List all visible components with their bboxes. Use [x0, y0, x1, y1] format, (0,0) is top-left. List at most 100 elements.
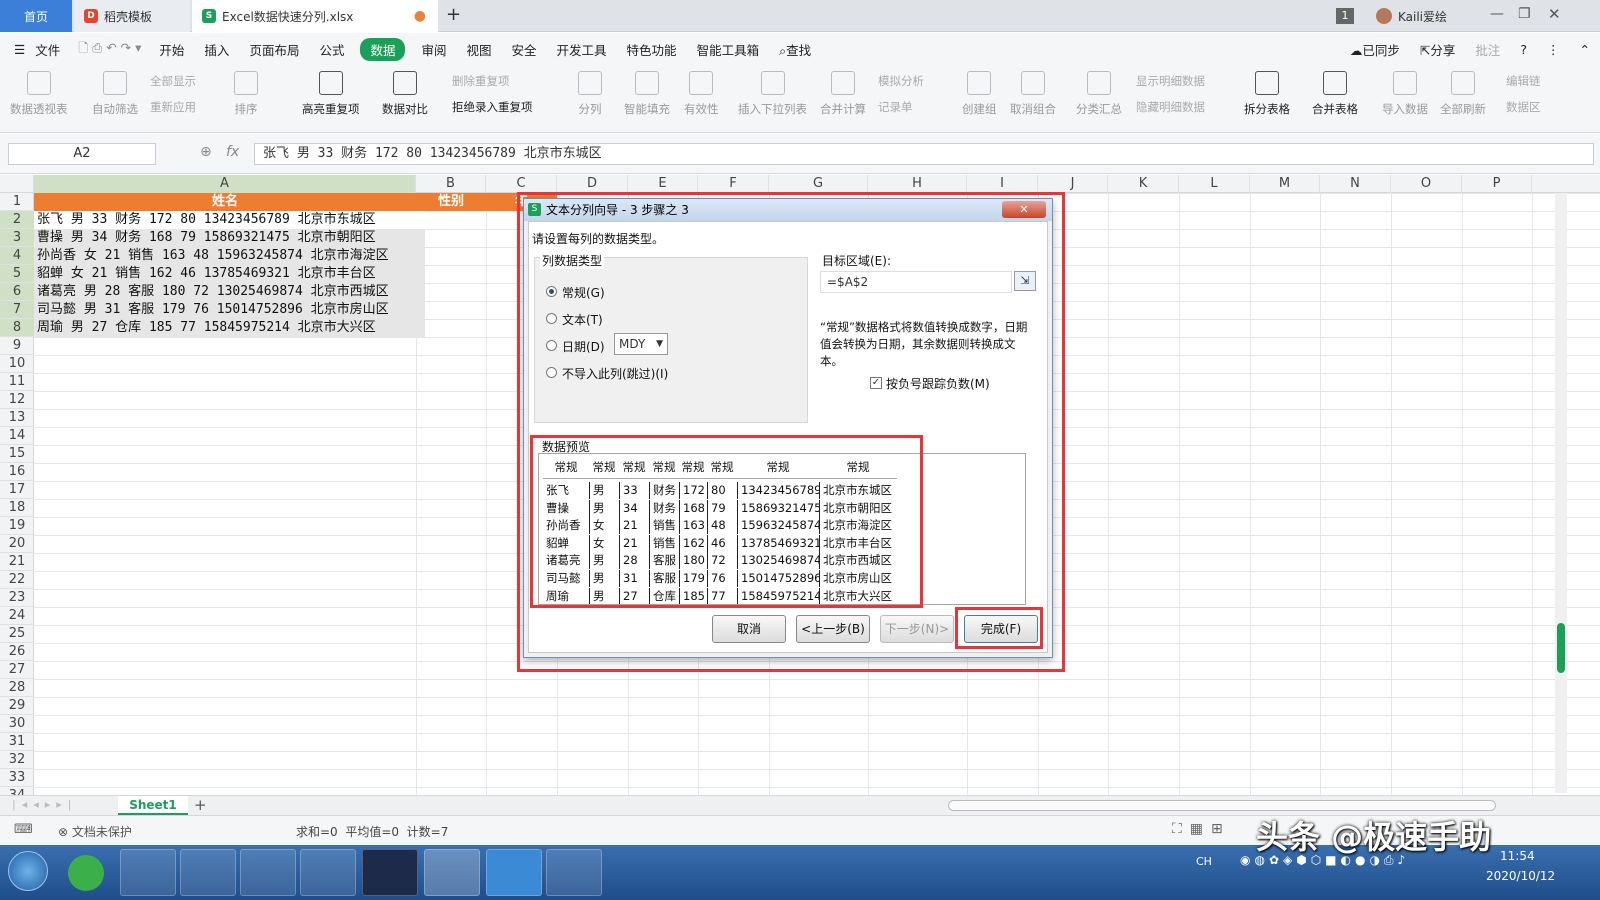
more-icon[interactable]: ⋮: [1537, 42, 1570, 57]
restore-icon[interactable]: ❐: [1518, 6, 1531, 22]
explorer-icon[interactable]: [120, 849, 176, 896]
row-header[interactable]: 16: [0, 463, 34, 481]
column-header[interactable]: F: [698, 175, 769, 193]
column-header[interactable]: P: [1462, 175, 1532, 193]
row-header[interactable]: 9: [0, 337, 34, 355]
split-column-button[interactable]: 分列: [578, 69, 602, 117]
window-count-badge[interactable]: 1: [1336, 8, 1354, 24]
row-header[interactable]: 24: [0, 607, 34, 625]
show-all-button[interactable]: 全部显示: [150, 73, 196, 89]
tab-document[interactable]: S Excel数据快速分列.xlsx ●: [192, 0, 438, 32]
smart-fill-button[interactable]: 智能填充: [624, 69, 670, 117]
refresh-all-button[interactable]: 全部刷新: [1440, 69, 1486, 117]
column-header[interactable]: K: [1108, 175, 1179, 193]
sync-status[interactable]: ☁已同步: [1340, 40, 1410, 59]
reapply-button[interactable]: 重新应用: [150, 99, 196, 115]
subtotal-button[interactable]: 分类汇总: [1076, 69, 1122, 117]
quick-access-icons[interactable]: 🗋 ⎙ ↶ ↷ ▾: [70, 39, 149, 60]
row-header[interactable]: 6: [0, 283, 34, 301]
menu-features[interactable]: 特色功能: [617, 40, 687, 59]
minimize-icon[interactable]: —: [1490, 6, 1504, 22]
create-group-button[interactable]: 创建组: [962, 69, 997, 117]
collapse-ribbon-icon[interactable]: ⌃: [1570, 42, 1600, 57]
vertical-scrollbar[interactable]: [1555, 193, 1567, 793]
column-header[interactable]: D: [557, 175, 628, 193]
tab-templates[interactable]: D 稻壳模板: [74, 0, 190, 32]
row-header[interactable]: 15: [0, 445, 34, 463]
sheet-tab-sheet1[interactable]: Sheet1: [118, 796, 188, 815]
show-detail-button[interactable]: 显示明细数据: [1136, 73, 1205, 89]
column-header[interactable]: B: [416, 175, 486, 193]
row-header[interactable]: 18: [0, 499, 34, 517]
row-header[interactable]: 7: [0, 301, 34, 319]
reject-duplicates-button[interactable]: 拒绝录入重复项: [452, 99, 533, 115]
row-header[interactable]: 14: [0, 427, 34, 445]
cell-a2[interactable]: 张飞 男 33 财务 172 80 13423456789 北京市东城区: [34, 211, 425, 229]
column-header[interactable]: E: [628, 175, 698, 193]
column-header[interactable]: J: [1038, 175, 1108, 193]
status-icon[interactable]: ⌨: [14, 822, 33, 837]
row-header[interactable]: 20: [0, 535, 34, 553]
row-header[interactable]: 3: [0, 229, 34, 247]
data-more-button[interactable]: 数据区: [1506, 99, 1541, 115]
row-header[interactable]: 29: [0, 697, 34, 715]
select-all-corner[interactable]: [0, 175, 34, 193]
record-form-button[interactable]: 记录单: [878, 99, 913, 115]
menu-formula[interactable]: 公式: [309, 40, 354, 59]
highlight-duplicates-button[interactable]: 高亮重复项: [302, 69, 360, 117]
row-header[interactable]: 26: [0, 643, 34, 661]
column-header[interactable]: I: [967, 175, 1038, 193]
merge-table-button[interactable]: 合并表格: [1312, 69, 1358, 117]
notepad-icon[interactable]: [300, 849, 356, 896]
tab-home[interactable]: 首页: [0, 0, 72, 32]
row-header[interactable]: 31: [0, 733, 34, 751]
row-header[interactable]: 28: [0, 679, 34, 697]
horizontal-scrollbar[interactable]: [948, 800, 1496, 811]
cell-a5[interactable]: 貂蝉 女 21 销售 162 46 13785469321 北京市丰台区: [34, 265, 425, 283]
menu-security[interactable]: 安全: [502, 40, 547, 59]
cell-a4[interactable]: 孙尚香 女 21 销售 163 48 15963245874 北京市海淀区: [34, 247, 425, 265]
cell-a7[interactable]: 司马懿 男 31 客服 179 76 15014752896 北京市房山区: [34, 301, 425, 319]
validity-button[interactable]: 有效性: [684, 69, 719, 117]
color-app-icon[interactable]: [546, 849, 602, 896]
cell-a6[interactable]: 诸葛亮 男 28 客服 180 72 13025469874 北京市西城区: [34, 283, 425, 301]
name-box[interactable]: A2: [8, 143, 156, 165]
add-sheet-button[interactable]: +: [194, 796, 207, 814]
column-header[interactable]: G: [769, 175, 868, 193]
menu-data[interactable]: 数据: [360, 37, 406, 61]
work-icon[interactable]: [486, 849, 542, 896]
help-icon[interactable]: ?: [1510, 42, 1537, 57]
protect-status[interactable]: ⊗ 文档未保护: [58, 823, 132, 840]
share-button[interactable]: ⇱分享: [1410, 40, 1466, 59]
row-header[interactable]: 30: [0, 715, 34, 733]
import-data-button[interactable]: 导入数据: [1382, 69, 1428, 117]
ungroup-button[interactable]: 取消组合: [1010, 69, 1056, 117]
delete-duplicates-button[interactable]: 删除重复项: [452, 73, 510, 89]
row-header[interactable]: 11: [0, 373, 34, 391]
column-header[interactable]: L: [1179, 175, 1250, 193]
row-header[interactable]: 21: [0, 553, 34, 571]
row-header[interactable]: 10: [0, 355, 34, 373]
row-header[interactable]: 1: [0, 193, 34, 211]
row-header[interactable]: 32: [0, 751, 34, 769]
row-header[interactable]: 17: [0, 481, 34, 499]
menu-smart-tools[interactable]: 智能工具箱: [687, 40, 770, 59]
close-window-icon[interactable]: ✕: [1548, 5, 1561, 23]
start-button[interactable]: [8, 851, 48, 891]
column-header[interactable]: C: [486, 175, 557, 193]
cell-a3[interactable]: 曹操 男 34 财务 168 79 15869321475 北京市朝阳区: [34, 229, 425, 247]
dropdown-list-button[interactable]: 插入下拉列表: [738, 69, 807, 117]
menu-page-layout[interactable]: 页面布局: [239, 40, 309, 59]
fx-icon[interactable]: fx: [226, 144, 239, 160]
column-header[interactable]: M: [1250, 175, 1320, 193]
row-header[interactable]: 22: [0, 571, 34, 589]
menu-home[interactable]: 开始: [149, 40, 194, 59]
consolidate-button[interactable]: 合并计算: [820, 69, 866, 117]
sogou-icon[interactable]: [180, 849, 236, 896]
column-header[interactable]: N: [1320, 175, 1391, 193]
menu-view[interactable]: 视图: [457, 40, 502, 59]
row-header[interactable]: 12: [0, 391, 34, 409]
hamburger-icon[interactable]: ☰: [0, 42, 35, 57]
sheet-nav-arrows[interactable]: |◂◂▸▸|: [12, 798, 78, 811]
clock-date[interactable]: 2020/10/12: [1486, 869, 1555, 883]
